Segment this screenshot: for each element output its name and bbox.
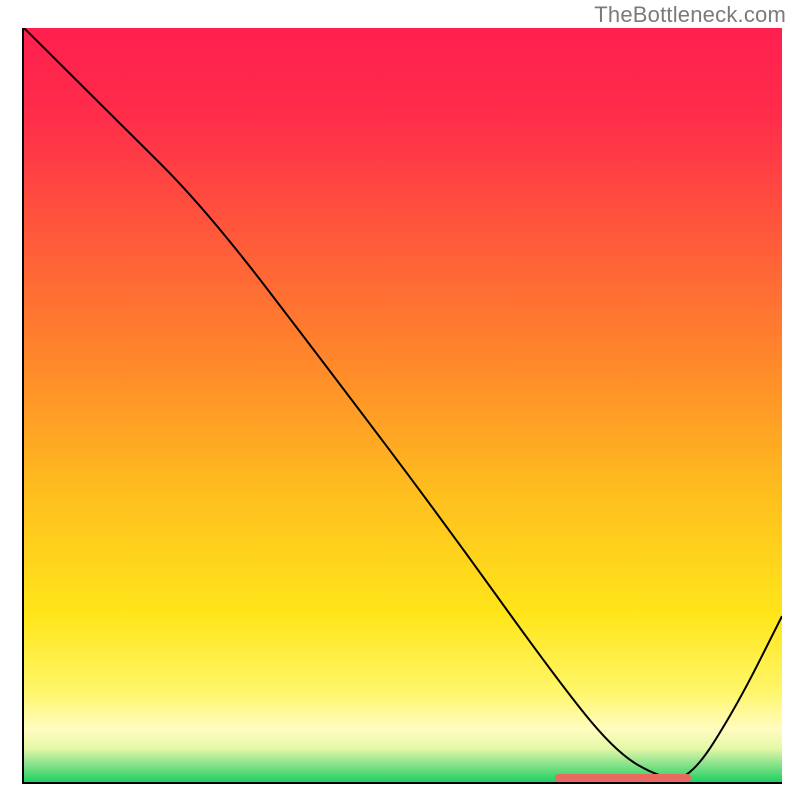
plot-area [22,28,782,784]
trough-marker [555,774,691,782]
chart-svg [24,28,782,782]
chart-container: TheBottleneck.com [0,0,800,800]
watermark-text: TheBottleneck.com [594,2,786,28]
